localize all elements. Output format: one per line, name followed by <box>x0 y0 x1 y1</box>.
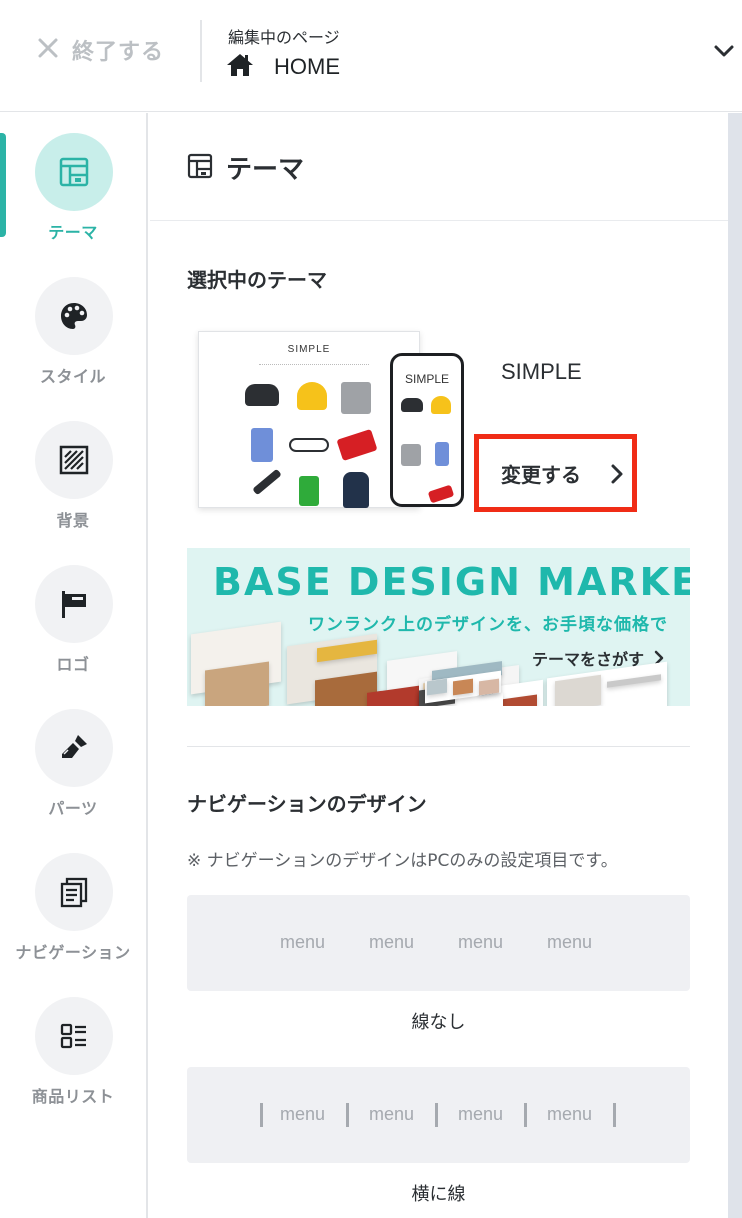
top-bar: 終了する 編集中のページ HOME <box>0 0 742 112</box>
scrollbar[interactable] <box>728 113 742 1218</box>
nav-menu-item: menu <box>280 1104 326 1124</box>
shoe-image <box>245 384 279 406</box>
desktop-preview: SIMPLE <box>198 331 420 508</box>
backpack-image <box>343 472 369 508</box>
selected-theme-heading: 選択中のテーマ <box>187 268 327 292</box>
nav-style-caption: 線なし <box>411 1012 466 1033</box>
shirt-image <box>435 442 449 466</box>
section-divider <box>187 746 690 747</box>
close-icon <box>36 36 60 64</box>
documents-icon <box>35 853 113 931</box>
sidebar-item-style[interactable]: スタイル <box>0 277 146 407</box>
nav-separator <box>435 1103 438 1127</box>
sidebar-item-navigation[interactable]: ナビゲーション <box>0 853 146 983</box>
nav-separator <box>260 1103 263 1127</box>
sidebar-item-label: ナビゲーション <box>15 943 131 962</box>
palette-icon <box>35 277 113 355</box>
nav-style-caption: 横に線 <box>411 1184 466 1205</box>
sidebar-item-label: 背景 <box>56 511 90 530</box>
chevron-right-icon <box>611 464 623 484</box>
nav-style-side-line[interactable]: menu menu menu menu <box>187 1067 690 1163</box>
layout-icon <box>35 133 113 211</box>
nav-menu-item: menu <box>458 1104 504 1124</box>
page-title: テーマ <box>226 155 305 185</box>
nav-design-heading: ナビゲーションのデザイン <box>187 792 427 816</box>
sidebar-item-background[interactable]: 背景 <box>0 421 146 551</box>
divider <box>200 20 202 82</box>
theme-screenshot <box>205 661 269 706</box>
pattern-icon <box>35 421 113 499</box>
preview-nav <box>259 364 369 366</box>
nav-menu-item: menu <box>280 932 326 952</box>
sidebar-item-label: ロゴ <box>56 655 90 674</box>
change-theme-label: 変更する <box>501 462 581 487</box>
phone-preview: SIMPLE <box>390 353 464 507</box>
nav-menu-item: menu <box>369 1104 415 1124</box>
market-tagline: ワンランク上のデザインを、お手頃な価格で <box>308 615 668 635</box>
theme-screenshot <box>427 678 447 696</box>
section-header: テーマ <box>150 113 728 221</box>
sidebar-item-logo[interactable]: ロゴ <box>0 565 146 695</box>
chevron-down-icon[interactable] <box>710 38 738 64</box>
theme-screenshot <box>555 674 601 706</box>
nav-design-note: ※ ナビゲーションのデザインはPCのみの設定項目です。 <box>187 851 618 871</box>
theme-screenshot <box>479 678 499 696</box>
sidebar-item-theme[interactable]: テーマ <box>0 133 146 263</box>
nav-separator <box>346 1103 349 1127</box>
list-icon <box>35 997 113 1075</box>
exit-button[interactable]: 終了する <box>36 33 164 67</box>
layout-icon <box>187 153 213 179</box>
sidebar: テーマ スタイル 背景 ロゴ パーツ ナビゲーション 商品リスト <box>0 113 148 1218</box>
signboard-icon <box>35 565 113 643</box>
sidebar-item-label: テーマ <box>48 223 98 242</box>
shirt-image <box>251 428 273 462</box>
sidebar-item-label: スタイル <box>39 367 106 386</box>
umbrella-image <box>297 382 327 410</box>
change-theme-button[interactable]: 変更する <box>474 434 637 512</box>
nav-menu-item: menu <box>547 1104 593 1124</box>
wallet-image <box>336 428 378 462</box>
main-panel: テーマ 選択中のテーマ SIMPLE SIMPLE SIMPLE 変更する BA… <box>150 113 728 1218</box>
nav-menu-item: menu <box>369 932 415 952</box>
exit-label: 終了する <box>72 40 165 65</box>
theme-name: SIMPLE <box>501 359 582 384</box>
sidebar-item-product-list[interactable]: 商品リスト <box>0 997 146 1127</box>
nav-menu-item: menu <box>547 932 593 952</box>
nav-menu-item: menu <box>458 932 504 952</box>
phone-preview-title: SIMPLE <box>404 372 449 386</box>
wallet-image <box>427 484 455 504</box>
shoe-image <box>401 398 423 412</box>
nav-separator <box>613 1103 616 1127</box>
design-market-banner[interactable]: BASE DESIGN MARKET ワンランク上のデザインを、お手頃な価格で … <box>187 548 690 706</box>
page-selector[interactable]: HOME <box>226 52 340 82</box>
nav-style-no-line[interactable]: menu menu menu menu <box>187 895 690 991</box>
tshirt-image <box>401 444 421 466</box>
sidebar-item-label: パーツ <box>48 799 98 818</box>
sidebar-item-parts[interactable]: パーツ <box>0 709 146 839</box>
socks-image <box>299 476 319 506</box>
theme-preview-image[interactable]: SIMPLE SIMPLE <box>198 331 468 511</box>
nav-separator <box>524 1103 527 1127</box>
glasses-image <box>289 438 329 452</box>
home-icon <box>226 52 254 82</box>
watch-image <box>252 468 282 496</box>
desktop-preview-title: SIMPLE <box>287 344 331 355</box>
brush-icon <box>35 709 113 787</box>
theme-screenshot <box>453 678 473 696</box>
tshirt-image <box>341 382 371 414</box>
sidebar-item-label: 商品リスト <box>31 1087 115 1106</box>
market-title: BASE DESIGN MARKET <box>213 560 690 604</box>
umbrella-image <box>431 396 451 414</box>
editing-page-caption: 編集中のページ <box>228 28 340 47</box>
page-name: HOME <box>274 54 340 79</box>
